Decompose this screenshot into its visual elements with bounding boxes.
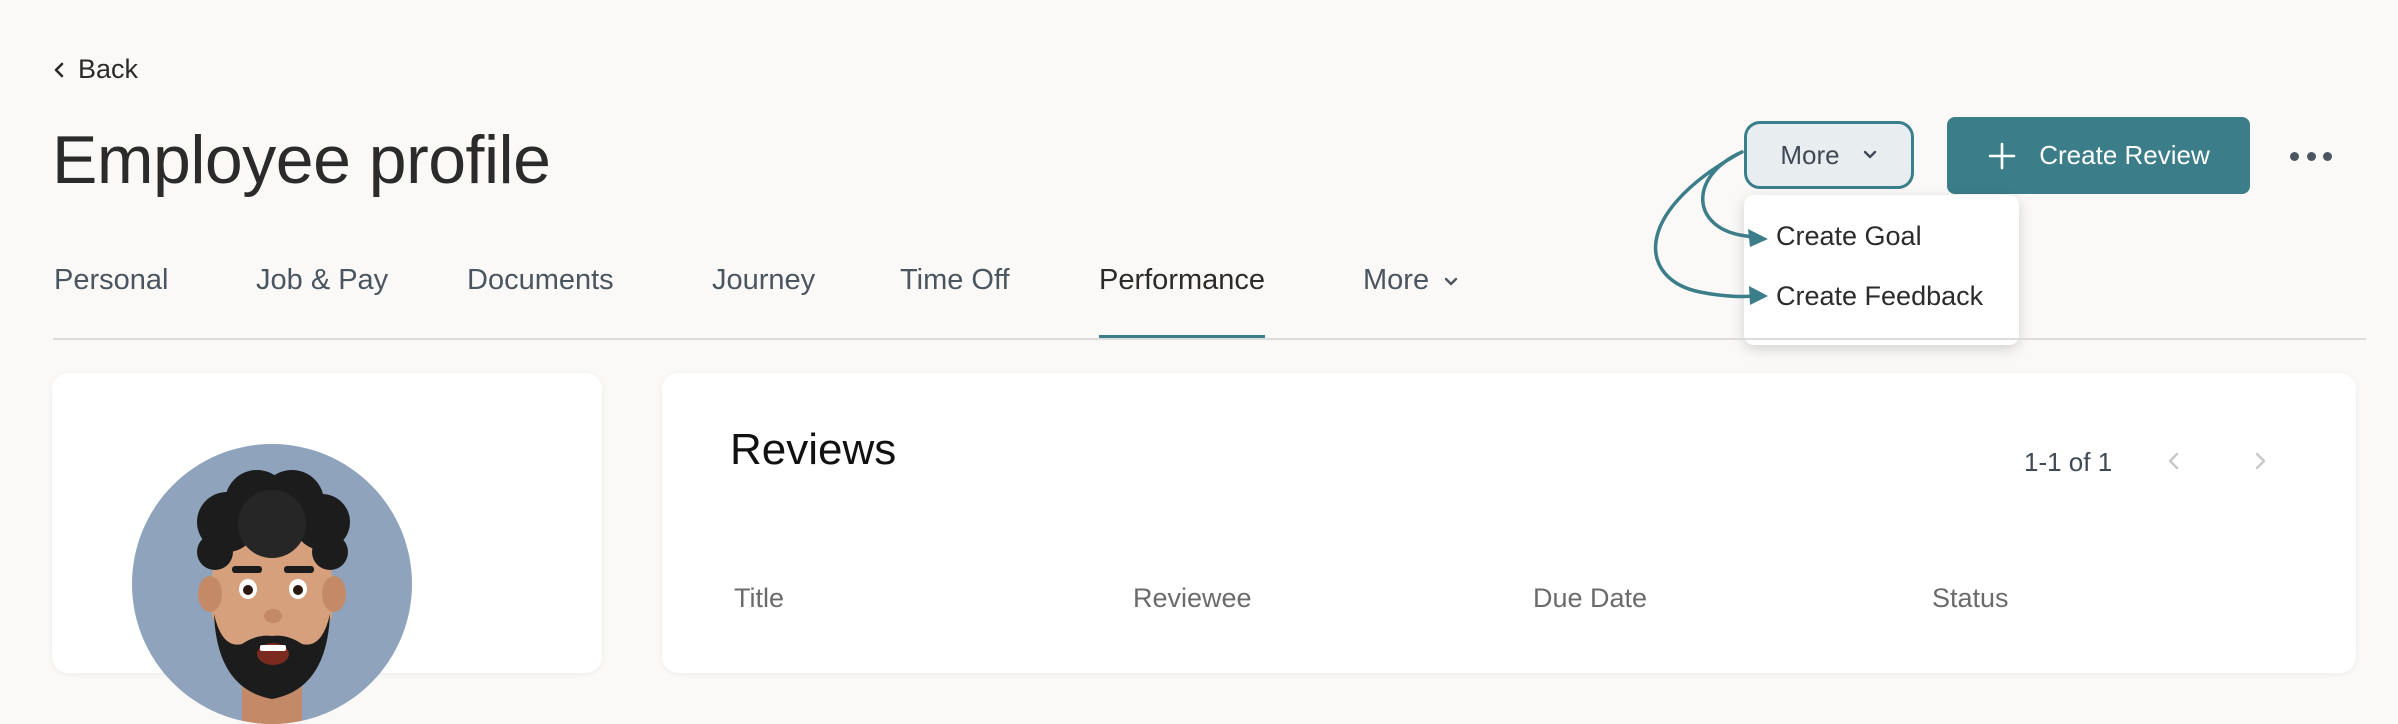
more-button[interactable]: More xyxy=(1744,121,1914,189)
tab-more-label: More xyxy=(1363,264,1430,296)
tab-more[interactable]: More xyxy=(1363,264,1459,336)
menu-item-create-goal[interactable]: Create Goal xyxy=(1776,221,1922,252)
column-header-reviewee[interactable]: Reviewee xyxy=(1133,583,1252,614)
tab-job-pay[interactable]: Job & Pay xyxy=(256,264,388,336)
column-header-due-date[interactable]: Due Date xyxy=(1533,583,1647,614)
more-horizontal-icon[interactable] xyxy=(2290,142,2332,170)
column-header-title[interactable]: Title xyxy=(734,583,784,614)
chevron-left-icon[interactable] xyxy=(2162,449,2186,473)
create-review-label: Create Review xyxy=(2039,140,2210,170)
back-label: Back xyxy=(78,54,139,84)
tab-performance[interactable]: Performance xyxy=(1099,264,1266,338)
tab-personal[interactable]: Personal xyxy=(54,264,168,336)
profile-card xyxy=(52,373,602,724)
chevron-left-icon xyxy=(54,62,64,77)
chevron-down-icon xyxy=(1444,277,1458,286)
page-title: Employee profile xyxy=(52,122,551,198)
column-header-status[interactable]: Status xyxy=(1932,583,2009,614)
chevron-down-icon xyxy=(1863,150,1876,159)
tab-time-off[interactable]: Time Off xyxy=(900,264,1010,336)
tab-journey[interactable]: Journey xyxy=(712,264,815,336)
plus-icon xyxy=(1988,142,2016,169)
avatar xyxy=(132,444,412,724)
create-review-button[interactable]: Create Review xyxy=(1947,117,2250,194)
reviews-title: Reviews xyxy=(730,425,897,474)
back-link[interactable]: Back xyxy=(50,54,138,85)
tab-documents[interactable]: Documents xyxy=(467,264,614,336)
pagination-info: 1-1 of 1 xyxy=(2024,447,2113,477)
chevron-right-icon[interactable] xyxy=(2248,449,2272,473)
profile-tabs: Personal Job & Pay Documents Journey Tim… xyxy=(53,264,2366,340)
reviews-card: Reviews 1-1 of 1 Title Reviewee Due Date… xyxy=(662,373,2356,673)
more-button-label: More xyxy=(1780,139,1840,170)
